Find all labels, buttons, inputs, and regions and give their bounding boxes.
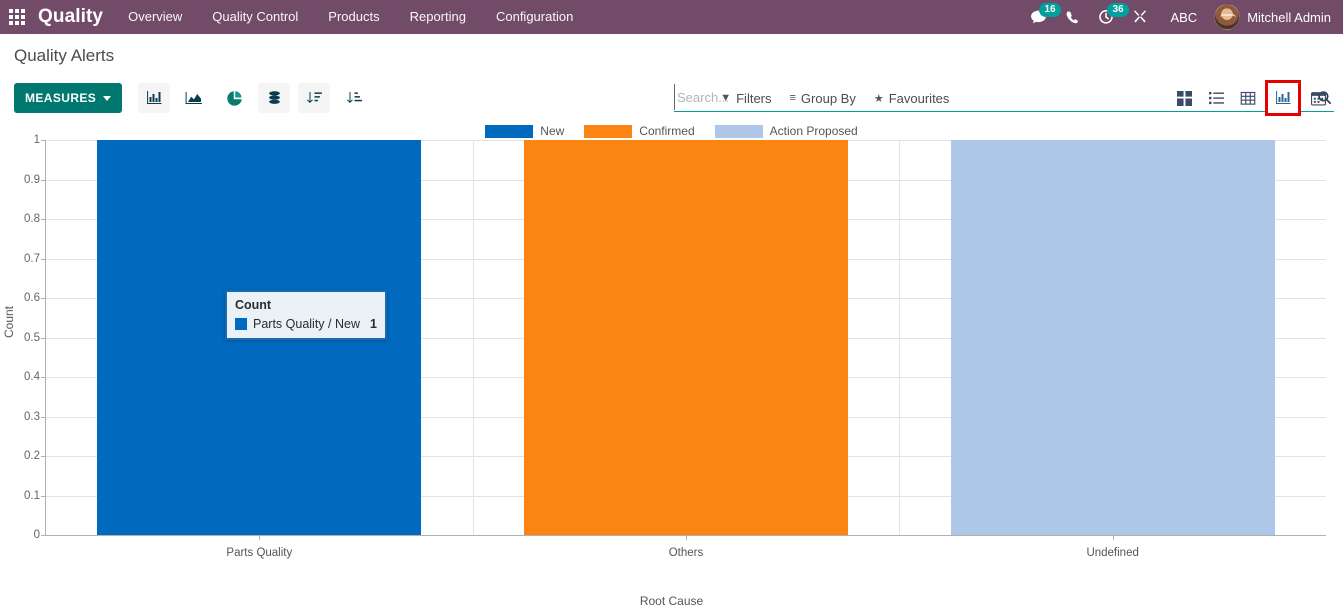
kanban-view-icon[interactable] <box>1169 83 1199 113</box>
menu-item-overview[interactable]: Overview <box>113 0 197 34</box>
tooltip-title: Count <box>235 298 377 312</box>
legend-swatch-confirmed <box>584 125 632 138</box>
activities-clock-icon[interactable]: 36 <box>1089 0 1123 34</box>
chart-tooltip: Count Parts Quality / New 1 <box>225 290 387 340</box>
y-tick-label: 0.3 <box>24 411 40 423</box>
y-tick-label: 0.8 <box>24 213 40 225</box>
pie-chart-icon[interactable] <box>218 83 250 113</box>
list-view-icon[interactable] <box>1201 83 1231 113</box>
sort-ascending-icon[interactable] <box>338 83 370 113</box>
control-panel: Quality Alerts MEASURES <box>0 34 1343 118</box>
apps-grid-icon[interactable] <box>0 0 34 34</box>
group-by-dropdown[interactable]: ≡ Group By <box>790 91 856 106</box>
menu-item-configuration[interactable]: Configuration <box>481 0 588 34</box>
control-panel-title-row: Quality Alerts <box>0 34 1343 78</box>
y-axis-title: Count <box>2 306 16 338</box>
control-panel-buttons-row: MEASURES <box>0 78 1343 118</box>
x-tick-label: Undefined <box>1086 547 1138 559</box>
menu-item-quality-control[interactable]: Quality Control <box>197 0 313 34</box>
favourites-label: Favourites <box>889 91 950 106</box>
phone-icon[interactable] <box>1055 0 1089 34</box>
group-by-label: Group By <box>801 91 856 106</box>
navbar-right-tools: 16 36 ABC Mitchell Admin <box>1021 0 1337 34</box>
legend-item-action-proposed[interactable]: Action Proposed <box>715 124 858 138</box>
x-tick-mark <box>686 535 687 540</box>
tools-wrench-icon[interactable] <box>1123 0 1157 34</box>
user-menu-name[interactable]: Mitchell Admin <box>1247 10 1335 25</box>
menu-item-products[interactable]: Products <box>313 0 394 34</box>
measures-button[interactable]: MEASURES <box>14 83 122 113</box>
bar-chart-icon[interactable] <box>138 83 170 113</box>
vertical-gridline <box>899 140 900 535</box>
messages-icon[interactable]: 16 <box>1021 0 1055 34</box>
x-tick-mark <box>1113 535 1114 540</box>
chevron-down-icon <box>103 96 111 101</box>
y-tick-label: 0 <box>34 529 40 541</box>
favourites-dropdown[interactable]: ★ Favourites <box>874 91 950 106</box>
abc-label[interactable]: ABC <box>1157 10 1210 25</box>
tooltip-swatch <box>235 318 247 330</box>
chart-type-buttons <box>138 83 370 113</box>
legend-label-new: New <box>540 124 564 138</box>
main-menu: Overview Quality Control Products Report… <box>113 0 588 34</box>
x-tick-label: Parts Quality <box>226 547 292 559</box>
avatar[interactable] <box>1214 4 1240 30</box>
legend-item-new[interactable]: New <box>485 124 564 138</box>
top-navbar: Quality Overview Quality Control Product… <box>0 0 1343 34</box>
chart-legend: New Confirmed Action Proposed <box>0 124 1343 138</box>
search-options: ▼ Filters ≡ Group By ★ Favourites <box>720 91 949 106</box>
tooltip-value: 1 <box>370 317 377 331</box>
group-by-icon: ≡ <box>790 92 796 104</box>
measures-label: MEASURES <box>25 91 96 105</box>
stacked-bars-icon[interactable] <box>258 83 290 113</box>
x-tick-mark <box>259 535 260 540</box>
graph-view: New Confirmed Action Proposed Count 1 0.9… <box>0 118 1343 609</box>
y-tick-mark <box>41 456 46 457</box>
y-tick-mark <box>41 219 46 220</box>
view-switcher <box>1169 83 1333 113</box>
tooltip-label: Parts Quality / New <box>253 317 360 331</box>
legend-label-confirmed: Confirmed <box>639 124 694 138</box>
legend-label-action-proposed: Action Proposed <box>770 124 858 138</box>
y-tick-label: 0.2 <box>24 450 40 462</box>
line-chart-icon[interactable] <box>178 83 210 113</box>
chart-bar[interactable] <box>524 140 848 535</box>
filters-label: Filters <box>736 91 771 106</box>
chart-bar[interactable] <box>951 140 1275 535</box>
y-tick-label: 0.9 <box>24 174 40 186</box>
x-axis-title: Root Cause <box>0 594 1343 608</box>
legend-swatch-new <box>485 125 533 138</box>
graph-view-icon[interactable] <box>1268 83 1298 113</box>
y-tick-mark <box>41 496 46 497</box>
y-tick-mark <box>41 338 46 339</box>
star-icon: ★ <box>874 92 884 105</box>
legend-swatch-action-proposed <box>715 125 763 138</box>
y-tick-mark <box>41 298 46 299</box>
y-tick-label: 0.5 <box>24 332 40 344</box>
y-tick-label: 0.7 <box>24 253 40 265</box>
pivot-view-icon[interactable] <box>1233 83 1263 113</box>
y-tick-mark <box>41 417 46 418</box>
y-tick-label: 0.4 <box>24 371 40 383</box>
vertical-gridline <box>473 140 474 535</box>
y-tick-label: 1 <box>34 134 40 146</box>
sort-descending-icon[interactable] <box>298 83 330 113</box>
app-brand-quality[interactable]: Quality <box>34 6 113 28</box>
y-tick-label: 0.6 <box>24 292 40 304</box>
y-tick-label: 0.1 <box>24 490 40 502</box>
filter-icon: ▼ <box>720 92 731 104</box>
y-tick-mark <box>41 377 46 378</box>
y-tick-mark <box>41 535 46 536</box>
tooltip-row: Parts Quality / New 1 <box>235 317 377 331</box>
filters-dropdown[interactable]: ▼ Filters <box>720 91 771 106</box>
legend-item-confirmed[interactable]: Confirmed <box>584 124 694 138</box>
y-tick-mark <box>41 180 46 181</box>
y-tick-mark <box>41 259 46 260</box>
page-title: Quality Alerts <box>0 44 114 68</box>
calendar-view-icon[interactable] <box>1303 83 1333 113</box>
menu-item-reporting[interactable]: Reporting <box>395 0 481 34</box>
y-tick-mark <box>41 140 46 141</box>
x-tick-label: Others <box>669 547 704 559</box>
